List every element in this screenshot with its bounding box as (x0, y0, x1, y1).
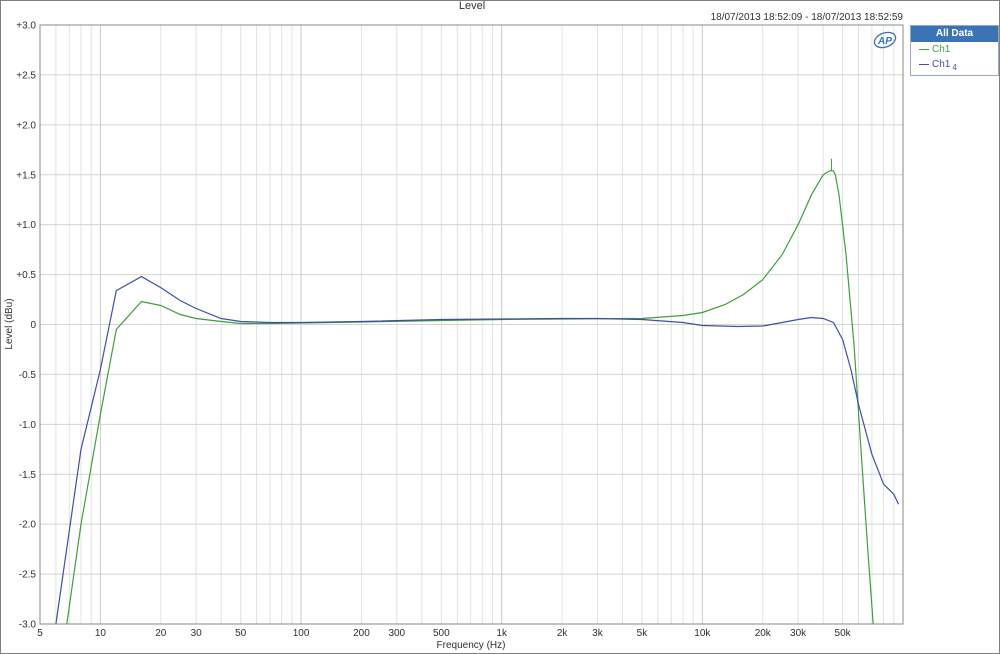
y-tick-label: -0.5 (19, 370, 37, 381)
x-tick-label: 20k (755, 628, 772, 639)
y-tick-label: +2.5 (16, 70, 36, 81)
x-tick-label: 3k (592, 628, 604, 639)
y-tick-label: +3.0 (16, 21, 36, 32)
x-tick-label: 50 (235, 628, 247, 639)
x-tick-label: 5 (37, 628, 43, 639)
legend: All Data Ch1 Ch1 4 (910, 25, 999, 76)
legend-swatch-ch1 (919, 49, 929, 50)
x-tick-label: 50k (835, 628, 852, 639)
y-tick-label: -1.5 (19, 470, 37, 481)
y-tick-label: -2.5 (19, 570, 37, 581)
legend-swatch-ch1-4 (919, 64, 929, 65)
y-tick-label: 0 (30, 320, 36, 331)
legend-label-ch1-4: Ch1 4 (932, 59, 957, 72)
ap-logo-text: AP (877, 36, 892, 47)
y-tick-label: +0.5 (16, 270, 36, 281)
legend-item-ch1-4[interactable]: Ch1 4 (911, 57, 998, 72)
y-tick-labels: +3.0 +2.5 +2.0 +1.5 +1.0 +0.5 0 -0.5 -1.0 -1.5 -2.… (16, 21, 36, 631)
x-tick-label: 500 (433, 628, 450, 639)
legend-item-ch1[interactable]: Ch1 (911, 42, 998, 57)
x-axis-label: Frequency (Hz) (437, 640, 506, 651)
y-tick-label: +1.0 (16, 220, 36, 231)
x-tick-label: 200 (353, 628, 370, 639)
series-line-0 (66, 170, 874, 624)
x-tick-label: 2k (557, 628, 569, 639)
series-layer (55, 158, 900, 624)
x-tick-label: 10 (95, 628, 107, 639)
level-chart: Level 18/07/2013 18:52:09 - 18/07/2013 1… (4, 0, 904, 651)
x-tick-label: 30 (191, 628, 203, 639)
timestamp: 18/07/2013 18:52:09 - 18/07/2013 18:52:5… (711, 12, 904, 23)
y-tick-label: +1.5 (16, 170, 36, 181)
y-axis-label: Level (dBu) (4, 298, 15, 349)
x-tick-label: 300 (388, 628, 405, 639)
legend-title: All Data (911, 26, 998, 42)
x-tick-label: 20 (155, 628, 167, 639)
y-tick-label: +2.0 (16, 120, 36, 131)
y-tick-label: -2.0 (19, 520, 37, 531)
x-tick-label: 1k (496, 628, 508, 639)
y-tick-label: -3.0 (19, 620, 37, 631)
y-tick-label: -1.0 (19, 420, 37, 431)
x-tick-label: 30k (790, 628, 807, 639)
x-tick-label: 5k (637, 628, 649, 639)
x-tick-label: 100 (293, 628, 310, 639)
x-tick-labels: 5 10 20 30 50 100 200 300 500 1k 2k 3k 5k 10k 20k 30k 50… (37, 628, 851, 639)
series-line-1 (55, 275, 900, 624)
x-tick-label: 10k (694, 628, 711, 639)
chart-title: Level (459, 0, 485, 12)
